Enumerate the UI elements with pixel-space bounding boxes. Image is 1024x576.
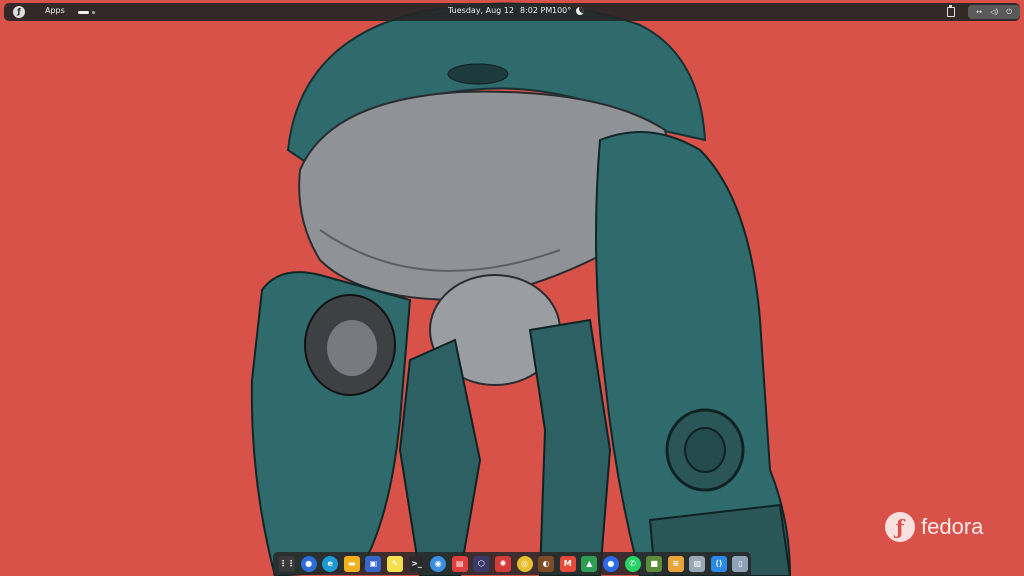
power-icon: ⏻: [1006, 7, 1012, 16]
dock-text-editor-icon[interactable]: ✎: [386, 555, 403, 572]
moon-icon: [576, 6, 585, 15]
dock-whatsapp-icon[interactable]: ✆: [624, 555, 641, 572]
activities-button[interactable]: ƒ: [13, 6, 25, 18]
dock-edge-icon[interactable]: e: [322, 555, 339, 572]
temperature-label: 100°: [552, 6, 572, 15]
robot-wallpaper: [0, 0, 1024, 576]
dock-terminal-icon[interactable]: >_: [408, 555, 425, 572]
fedora-logo-icon: ƒ: [885, 512, 915, 542]
date-time-button[interactable]: Tuesday, Aug 12 8:02 PM: [448, 6, 552, 15]
fedora-logo-icon: ƒ: [17, 7, 21, 16]
time-label: 8:02 PM: [519, 6, 553, 15]
dock-settings-icon[interactable]: ◉: [430, 555, 447, 572]
dock-vscode-icon[interactable]: ⟨⟩: [710, 555, 727, 572]
network-icon: ↔: [976, 8, 982, 16]
apps-menu-button[interactable]: Apps: [45, 6, 65, 15]
dock-app-grid-icon[interactable]: ⋮⋮: [279, 555, 295, 572]
dock-chrome-icon[interactable]: ◎: [516, 555, 533, 572]
date-label: Tuesday, Aug 12: [448, 6, 514, 15]
dock-firefox-icon[interactable]: ●: [300, 555, 317, 572]
dock-files-icon[interactable]: ▬: [343, 555, 360, 572]
fedora-watermark: ƒ fedora: [885, 512, 983, 542]
dock-trash-icon[interactable]: ▯: [732, 555, 749, 572]
workspace-dot: [92, 11, 95, 14]
dock-gmail-icon[interactable]: M: [559, 555, 576, 572]
dock-software-center-icon[interactable]: ▣: [365, 555, 382, 572]
system-status-menu[interactable]: ↔ ◁) ⏻: [968, 5, 1020, 19]
fedora-wordmark: fedora: [921, 514, 984, 539]
clipboard-icon[interactable]: [947, 5, 955, 17]
dock-drive-icon[interactable]: ▲: [581, 555, 598, 572]
dock-pinwheel-icon[interactable]: ✺: [494, 555, 511, 572]
workspace-active-indicator: [78, 11, 89, 14]
dock-signal-icon[interactable]: ●: [602, 555, 619, 572]
dock: ⋮⋮ ● e ▬ ▣ ✎ >_ ◉ ▤ ⬡ ✺ ◎ ◐ M ▲ ● ✆ ■ ≡ ▨ ⟨⟩ ▯: [273, 552, 751, 575]
dock-rustdesk-icon[interactable]: ⬡: [473, 555, 490, 572]
top-panel: ƒ Apps Tuesday, Aug 12 8:02 PM 100° ↔ ◁)…: [4, 3, 1020, 21]
dock-stack-app-icon[interactable]: ≡: [667, 555, 684, 572]
dock-screenshot-icon[interactable]: ▤: [451, 555, 468, 572]
volume-icon: ◁): [990, 8, 999, 16]
workspace-indicator[interactable]: [78, 11, 95, 14]
dock-image-viewer-icon[interactable]: ▨: [689, 555, 706, 572]
dock-minecraft-icon[interactable]: ■: [646, 555, 663, 572]
dock-sync-tool-icon[interactable]: ◐: [538, 555, 555, 572]
weather-indicator[interactable]: 100°: [552, 6, 585, 15]
